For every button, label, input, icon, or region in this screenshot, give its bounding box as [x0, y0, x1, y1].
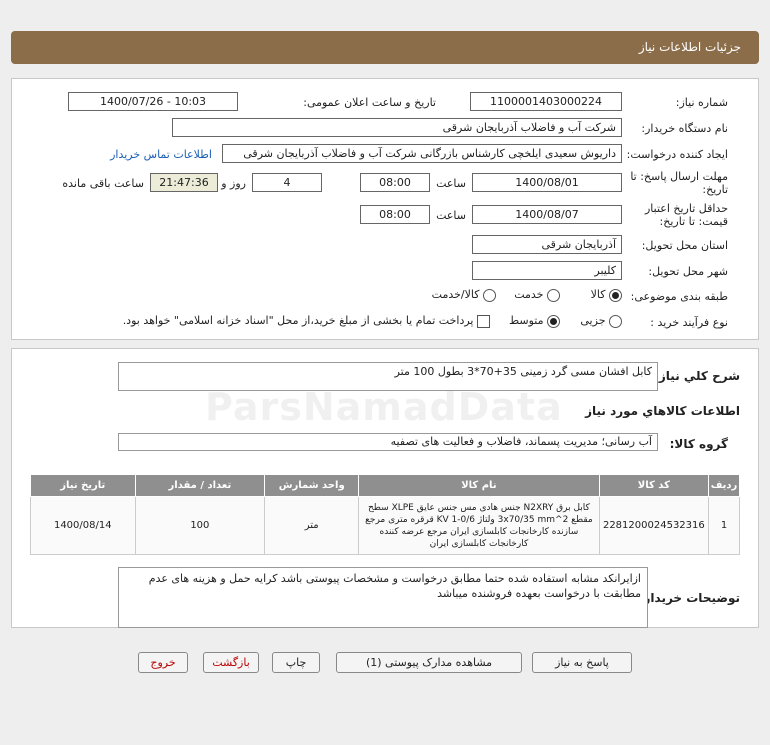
col-row: ردیف [708, 474, 740, 497]
days-label: روز و [221, 177, 246, 190]
category-option-service[interactable]: خدمت [514, 288, 560, 302]
category-option-goods[interactable]: کالا [591, 288, 622, 302]
col-name: نام کالا [358, 474, 600, 497]
treasury-payment-note: پرداخت تمام یا بخشی از مبلغ خرید،از محل … [122, 314, 474, 327]
need-details-panel: شرح کلي نياز: کابل افشان مسی گرد زمینی 3… [11, 348, 759, 628]
category-goods-radio[interactable] [609, 288, 622, 302]
back-button[interactable]: بازگشت [203, 652, 259, 673]
cell-name: کابل برق N2XRY جنس هادی مس جنس عایق XLPE… [358, 496, 600, 555]
province-field: آذربایجان شرقی [472, 235, 622, 254]
buyer-notes-field: ازایرانکد مشابه استفاده شده حتما مطابق د… [118, 567, 648, 628]
print-button[interactable]: چاپ [272, 652, 320, 673]
goods-group-label: گروه کالا: [669, 437, 728, 451]
summary-label: شرح کلي نياز: [654, 369, 740, 383]
deadline-label-1: مهلت ارسال پاسخ: تا [630, 170, 728, 183]
process-minor-radio[interactable] [609, 314, 622, 328]
category-goods-service-radio[interactable] [483, 288, 496, 302]
view-attachments-button[interactable]: مشاهده مدارک پیوستی (1) [336, 652, 522, 673]
need-info-panel: شماره نیاز: 1100001403000224 تاریخ و ساع… [11, 78, 759, 340]
process-medium-radio[interactable] [547, 314, 560, 328]
cell-code: 2281200024532316 [598, 496, 710, 555]
announce-label: تاریخ و ساعت اعلان عمومی: [303, 96, 436, 109]
buyer-notes-label: توضیحات خریدار: [638, 591, 740, 605]
city-field: کلیبر [472, 261, 622, 280]
cell-date: 1400/08/14 [30, 496, 136, 555]
col-unit: واحد شمارش [264, 474, 360, 497]
validity-time-field: 08:00 [360, 205, 430, 224]
days-field: 4 [252, 173, 322, 192]
table-row: 1 2281200024532316 کابل برق N2XRY جنس ها… [30, 496, 740, 555]
treasury-payment-option[interactable]: پرداخت تمام یا بخشی از مبلغ خرید،از محل … [123, 314, 490, 328]
page-title: جزئیات اطلاعات نیاز [638, 40, 741, 54]
city-label: شهر محل تحویل: [648, 265, 728, 278]
process-option-medium[interactable]: متوسط [509, 314, 560, 328]
goods-group-field: آب رسانی؛ مدیریت پسماند، فاضلاب و فعالیت… [118, 433, 658, 451]
deadline-date-field: 1400/08/01 [472, 173, 622, 192]
category-label: طبقه بندی موضوعی: [630, 290, 728, 303]
need-number-field: 1100001403000224 [470, 92, 622, 111]
remaining-time-field: 21:47:36 [150, 173, 218, 192]
category-option-goods-service[interactable]: کالا/خدمت [432, 288, 496, 302]
remaining-label: ساعت باقی مانده [62, 177, 144, 190]
deadline-time-field: 08:00 [360, 173, 430, 192]
contact-buyer-link[interactable]: اطلاعات تماس خریدار [110, 148, 212, 161]
validity-time-label: ساعت [436, 209, 466, 222]
province-label: استان محل تحویل: [641, 239, 728, 252]
buyer-field: شرکت آب و فاضلاب آذربایجان شرقی [172, 118, 622, 137]
goods-table-header: ردیف کد کالا نام کالا واحد شمارش تعداد /… [30, 474, 740, 497]
reply-button[interactable]: پاسخ به نیاز [532, 652, 632, 673]
process-option-minor[interactable]: جزیی [580, 314, 622, 328]
category-service-radio[interactable] [547, 288, 560, 302]
process-label: نوع فرآیند خرید : [650, 316, 728, 329]
cell-row: 1 [708, 496, 740, 555]
col-date: تاریخ نیاز [30, 474, 136, 497]
need-number-label: شماره نیاز: [675, 96, 728, 109]
buyer-label: نام دستگاه خریدار: [641, 122, 728, 135]
validity-label-1: حداقل تاریخ اعتبار [644, 202, 728, 215]
creator-label: ایجاد کننده درخواست: [626, 148, 728, 161]
col-qty: تعداد / مقدار [134, 474, 266, 497]
cell-unit: متر [264, 496, 360, 555]
exit-button[interactable]: خروج [138, 652, 188, 673]
validity-date-field: 1400/08/07 [472, 205, 622, 224]
validity-label-2: قیمت: تا تاریخ: [659, 215, 728, 228]
creator-field: داریوش سعیدی ایلخچی کارشناس بازرگانی شرک… [222, 144, 622, 163]
treasury-payment-checkbox[interactable] [477, 314, 490, 328]
goods-section-title: اطلاعات كالاهاي مورد نياز [585, 404, 740, 418]
announce-field: 1400/07/26 - 10:03 [68, 92, 238, 111]
deadline-time-label: ساعت [436, 177, 466, 190]
page-header: جزئیات اطلاعات نیاز [11, 31, 759, 64]
summary-field: کابل افشان مسی گرد زمینی 35+70*3 بطول 10… [118, 362, 658, 391]
cell-qty: 100 [134, 496, 266, 555]
goods-table: ردیف کد کالا نام کالا واحد شمارش تعداد /… [30, 474, 740, 555]
col-code: کد کالا [598, 474, 710, 497]
deadline-label-2: تاریخ: [702, 183, 728, 196]
